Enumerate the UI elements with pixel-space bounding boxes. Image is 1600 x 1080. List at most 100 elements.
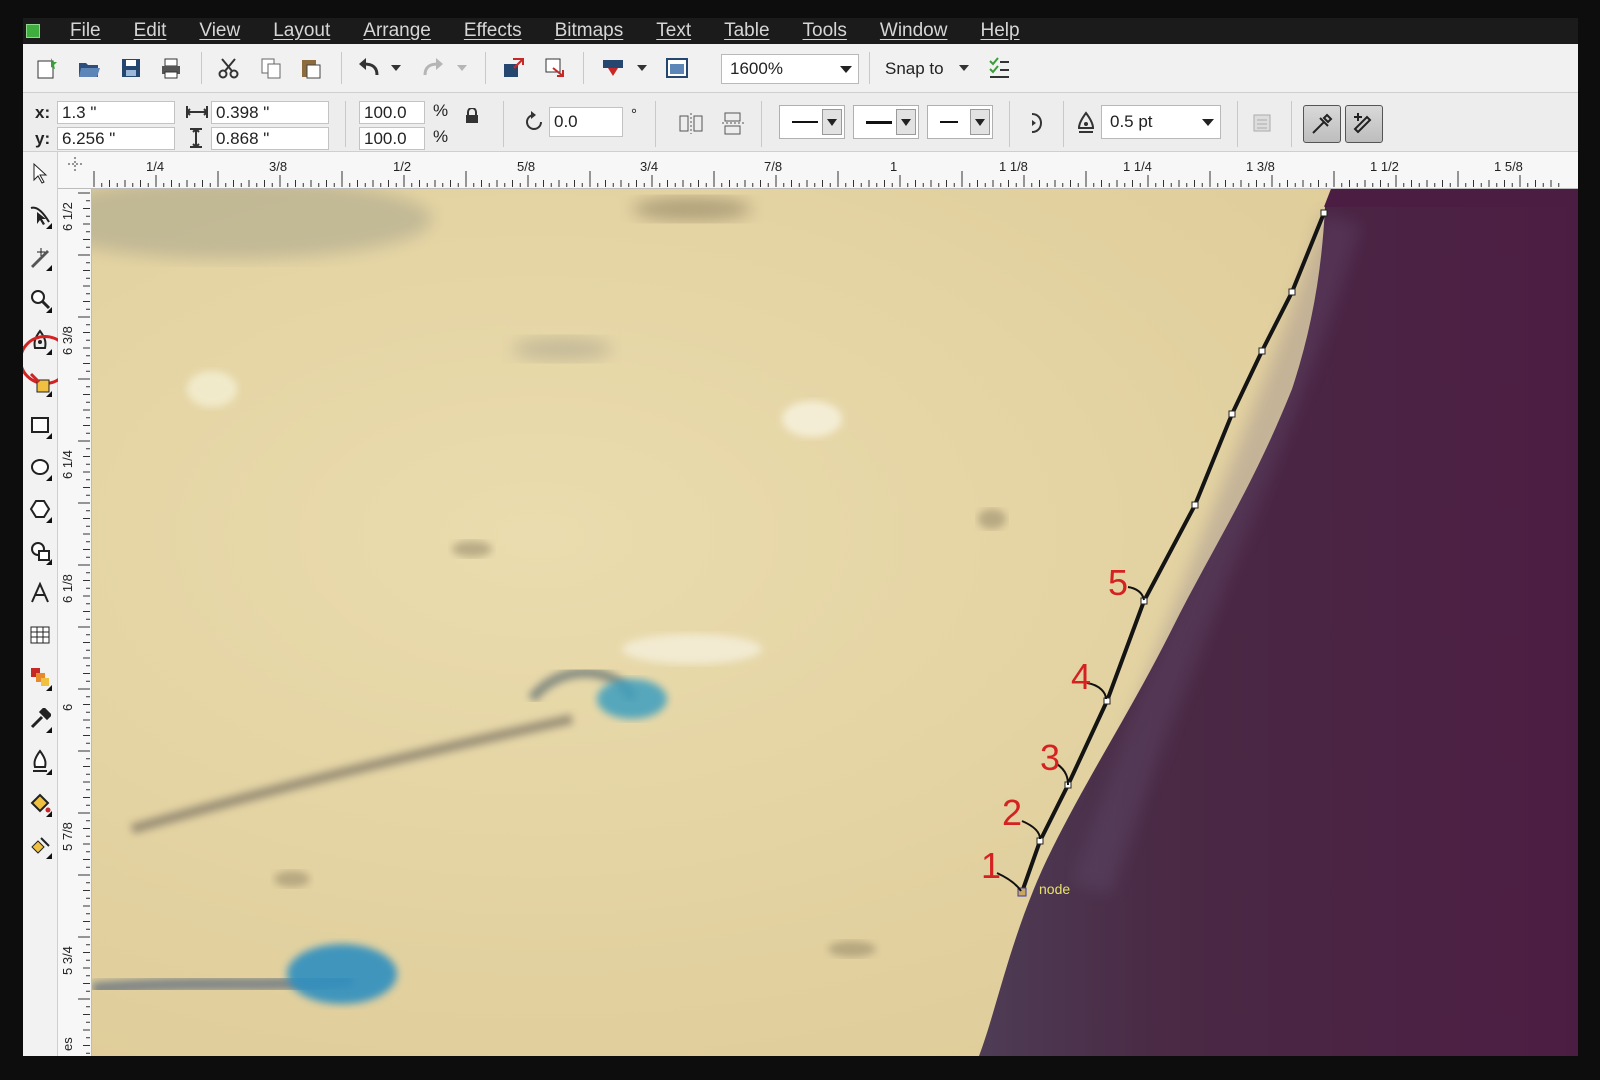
x-position-field[interactable]: 1.3 " xyxy=(57,101,175,124)
welcome-screen-button[interactable] xyxy=(663,54,691,82)
undo-button[interactable] xyxy=(355,54,383,82)
pen-add-node-icon xyxy=(1353,113,1372,134)
menu-bitmaps[interactable]: Bitmaps xyxy=(555,20,624,42)
tool-outline[interactable] xyxy=(25,744,55,778)
copy-button[interactable] xyxy=(257,54,285,82)
application-launcher-icon xyxy=(603,60,623,76)
options-button[interactable] xyxy=(985,54,1013,82)
menu-table[interactable]: Table xyxy=(724,20,769,42)
line-style-select[interactable] xyxy=(853,105,919,139)
close-curve-button[interactable] xyxy=(1023,109,1051,137)
menu-tools[interactable]: Tools xyxy=(803,20,847,42)
ruler-origin-button[interactable] xyxy=(58,152,92,189)
tool-smart-fill[interactable] xyxy=(25,366,55,400)
tool-table[interactable] xyxy=(25,618,55,652)
menu-effects[interactable]: Effects xyxy=(464,20,522,42)
tool-rectangle[interactable] xyxy=(25,408,55,442)
ruler-label: 1 1/4 xyxy=(1123,159,1152,174)
chevron-down-icon xyxy=(896,109,916,135)
tool-shape[interactable] xyxy=(25,198,55,232)
separator xyxy=(761,101,762,147)
path-node[interactable] xyxy=(1258,347,1266,355)
tool-interactive-fill[interactable] xyxy=(25,828,55,862)
rotation-angle-value: 0.0 xyxy=(554,112,578,131)
undo-dropdown[interactable] xyxy=(389,54,403,82)
drawing-canvas[interactable]: 1 2 3 4 5 node xyxy=(92,189,1578,1056)
new-document-button[interactable] xyxy=(33,54,61,82)
scale-width-field[interactable]: 100.0 xyxy=(359,101,425,124)
redo-button[interactable] xyxy=(419,54,447,82)
tool-pick[interactable] xyxy=(25,156,55,190)
path-node[interactable] xyxy=(1191,501,1199,509)
menu-arrange[interactable]: Arrange xyxy=(363,20,431,42)
zoom-level-select[interactable]: 1600% xyxy=(721,54,859,84)
menu-layout[interactable]: Layout xyxy=(273,20,330,42)
menu-view[interactable]: View xyxy=(199,20,240,42)
outline-width-select[interactable]: 0.5 pt xyxy=(1101,105,1221,139)
auto-close-toggle[interactable] xyxy=(1303,105,1341,143)
tool-zoom[interactable] xyxy=(25,282,55,316)
ruler-label: 3/8 xyxy=(269,159,288,174)
object-width-value: 0.398 " xyxy=(216,103,270,122)
export-icon xyxy=(545,58,564,77)
separator xyxy=(201,52,202,84)
object-height-field[interactable]: 0.868 " xyxy=(211,127,329,150)
degree-label: ° xyxy=(631,106,637,123)
scale-height-value: 100.0 xyxy=(364,129,407,148)
path-node[interactable] xyxy=(1288,288,1296,296)
y-position-field[interactable]: 6.256 " xyxy=(57,127,175,150)
export-button[interactable] xyxy=(541,54,569,82)
mirror-horizontal-button[interactable] xyxy=(677,109,705,137)
tool-crop[interactable] xyxy=(25,240,55,274)
tool-basic-shapes[interactable] xyxy=(25,534,55,568)
property-bar: x: 1.3 " y: 6.256 " 0.398 " 0.868 " 100.… xyxy=(23,93,1578,152)
rotation-angle-field[interactable]: 0.0 xyxy=(549,107,623,137)
wrap-text-button[interactable] xyxy=(1249,109,1277,137)
folder-open-icon xyxy=(79,63,100,77)
launcher-dropdown[interactable] xyxy=(635,54,649,82)
save-button[interactable] xyxy=(117,54,145,82)
ruler-label: 5/8 xyxy=(517,159,536,174)
start-arrowhead-select[interactable] xyxy=(779,105,845,139)
tool-text[interactable] xyxy=(25,576,55,610)
object-width-field[interactable]: 0.398 " xyxy=(211,101,329,124)
cut-button[interactable] xyxy=(215,54,243,82)
menu-file[interactable]: File xyxy=(70,20,101,42)
import-button[interactable] xyxy=(499,54,527,82)
open-button[interactable] xyxy=(75,54,103,82)
table-icon xyxy=(30,626,50,644)
app-logo-icon xyxy=(26,24,40,38)
menu-text[interactable]: Text xyxy=(656,20,691,42)
separator xyxy=(503,101,504,147)
lock-ratio-button[interactable] xyxy=(461,105,483,127)
ruler-label: 1 3/8 xyxy=(1246,159,1275,174)
tool-polygon[interactable] xyxy=(25,492,55,526)
snap-to-dropdown[interactable] xyxy=(957,54,971,82)
end-arrowhead-select[interactable] xyxy=(927,105,993,139)
chevron-down-icon xyxy=(822,109,842,135)
paste-button[interactable] xyxy=(297,54,325,82)
print-button[interactable] xyxy=(157,54,185,82)
zoom-level-value: 1600% xyxy=(730,59,783,78)
tool-fill[interactable] xyxy=(25,786,55,820)
application-launcher-button[interactable] xyxy=(599,54,627,82)
y-position-label: y: xyxy=(35,129,51,148)
tool-eyedropper[interactable] xyxy=(25,702,55,736)
add-delete-node-toggle[interactable] xyxy=(1345,105,1383,143)
ruler-label: 1 xyxy=(890,159,898,174)
tool-blend[interactable] xyxy=(25,660,55,694)
snap-to-menu[interactable]: Snap to xyxy=(885,59,944,79)
menu-help[interactable]: Help xyxy=(980,20,1019,42)
path-node[interactable] xyxy=(1103,697,1111,705)
pointer-icon xyxy=(33,162,48,184)
menu-bar: File Edit View Layout Arrange Effects Bi… xyxy=(23,18,1578,44)
chevron-down-icon xyxy=(959,65,969,71)
menu-edit[interactable]: Edit xyxy=(134,20,167,42)
path-node[interactable] xyxy=(1228,410,1236,418)
menu-window[interactable]: Window xyxy=(880,20,948,42)
scale-height-field[interactable]: 100.0 xyxy=(359,127,425,150)
mirror-vertical-button[interactable] xyxy=(719,109,747,137)
redo-dropdown[interactable] xyxy=(455,54,469,82)
path-node[interactable] xyxy=(1320,209,1328,217)
tool-ellipse[interactable] xyxy=(25,450,55,484)
